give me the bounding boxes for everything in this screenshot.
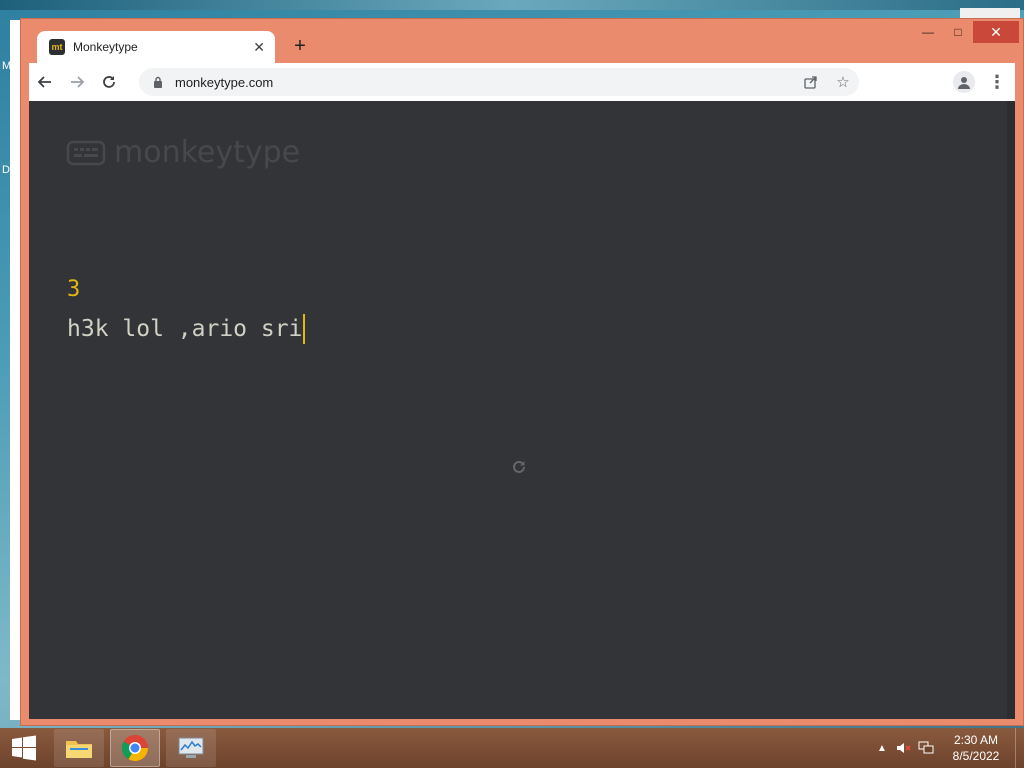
minimize-button[interactable]: — (913, 21, 943, 43)
show-desktop-button[interactable] (1015, 728, 1024, 768)
tab-title: Monkeytype (73, 40, 138, 54)
windows-taskbar: ▲ 2:30 AM 8/5/2022 (0, 728, 1024, 768)
chrome-window: — □ ✕ mt Monkeytype ✕ + monkeytype.com ☆… (20, 18, 1024, 726)
volume-muted-icon[interactable] (893, 728, 915, 768)
new-tab-button[interactable]: + (287, 33, 313, 59)
typing-caret (303, 314, 306, 344)
tab-monkeytype[interactable]: mt Monkeytype ✕ (37, 31, 275, 63)
background-window-edge (0, 0, 1024, 10)
bookmark-star-icon[interactable]: ☆ (827, 68, 859, 96)
monkeytype-favicon-icon: mt (49, 39, 65, 55)
monkeytype-page: monkeytype 3 h3k lol ,ario sri (29, 101, 1007, 719)
chrome-menu-icon[interactable]: ⋮ (985, 66, 1009, 98)
page-scrollbar[interactable] (1007, 101, 1015, 719)
taskbar-file-explorer[interactable] (54, 729, 104, 767)
monkeytype-logo[interactable]: monkeytype (66, 135, 300, 170)
restart-icon (513, 460, 525, 473)
address-bar[interactable]: monkeytype.com ☆ (139, 68, 859, 96)
typing-words[interactable]: h3k lol ,ario sri (67, 314, 306, 344)
back-button[interactable] (29, 66, 61, 98)
task-manager-icon (178, 737, 204, 758)
forward-button[interactable] (61, 66, 93, 98)
keyboard-logo-icon (66, 140, 106, 165)
profile-avatar-icon[interactable] (953, 71, 975, 93)
maximize-button[interactable]: □ (943, 21, 973, 43)
back-arrow-icon (37, 76, 51, 88)
url-text: monkeytype.com (175, 74, 274, 90)
clock-time: 2:30 AM (953, 733, 999, 747)
start-button[interactable] (0, 728, 48, 768)
window-controls: — □ ✕ (913, 21, 1019, 45)
tab-close-icon[interactable]: ✕ (253, 39, 265, 56)
reload-button[interactable] (93, 66, 125, 98)
windows-logo-icon (12, 735, 36, 761)
taskbar-clock[interactable]: 2:30 AM 8/5/2022 (937, 732, 1015, 764)
close-window-button[interactable]: ✕ (973, 21, 1019, 43)
taskbar-task-manager[interactable] (166, 729, 216, 767)
taskbar-chrome[interactable] (110, 729, 160, 767)
system-tray: ▲ 2:30 AM 8/5/2022 (871, 728, 1024, 768)
browser-toolbar: monkeytype.com ☆ ⋮ (29, 63, 1015, 101)
network-icon[interactable] (915, 728, 937, 768)
clock-date: 8/5/2022 (952, 749, 1000, 763)
chrome-icon (121, 735, 149, 762)
share-icon[interactable] (795, 68, 827, 96)
restart-test-button[interactable] (509, 457, 529, 477)
reload-icon (103, 76, 115, 88)
forward-arrow-icon (71, 76, 85, 88)
desktop-icon-label[interactable]: D (2, 164, 10, 176)
typed-text: h3k lol ,ario sri (67, 316, 303, 342)
test-timer: 3 (67, 277, 81, 302)
show-hidden-icons-icon[interactable]: ▲ (871, 728, 893, 768)
lock-icon[interactable] (151, 75, 165, 89)
desktop-icon-label[interactable]: M (2, 60, 11, 72)
logo-text: monkeytype (114, 135, 301, 170)
folder-icon (66, 741, 92, 758)
